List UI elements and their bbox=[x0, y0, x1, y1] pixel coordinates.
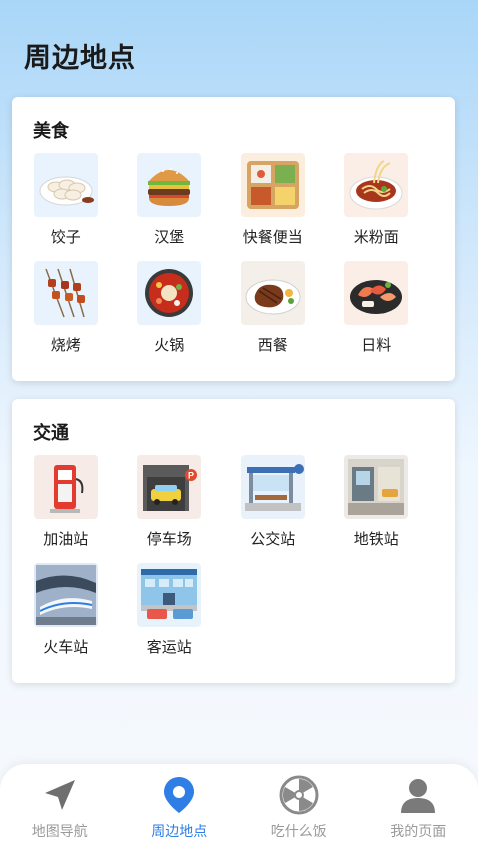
transport-item-subway[interactable]: 地铁站 bbox=[325, 455, 429, 549]
tab-map-navigation[interactable]: 地图导航 bbox=[0, 764, 120, 850]
food-section-title: 美食 bbox=[33, 121, 69, 142]
food-item-label: 饺子 bbox=[50, 228, 81, 246]
transport-item-label: 加油站 bbox=[43, 530, 89, 548]
transport-section-title: 交通 bbox=[33, 423, 69, 444]
gas-station-icon bbox=[33, 455, 98, 519]
food-item-label: 火锅 bbox=[154, 336, 185, 354]
food-item-noodles[interactable]: 米粉面 bbox=[325, 153, 429, 247]
coach-station-icon bbox=[137, 563, 202, 627]
transport-item-label: 火车站 bbox=[43, 638, 89, 656]
food-item-dumplings[interactable]: 饺子 bbox=[14, 153, 118, 247]
bbq-icon bbox=[33, 261, 98, 325]
transport-item-label: 停车场 bbox=[146, 530, 192, 548]
food-card: 美食 饺子 汉堡 快餐便当 米粉面 烧烤 火锅 西餐 日料 bbox=[12, 97, 455, 381]
food-item-label: 米粉面 bbox=[353, 228, 399, 246]
food-item-label: 西餐 bbox=[257, 336, 288, 354]
transport-item-label: 地铁站 bbox=[353, 530, 399, 548]
bus-stop-icon bbox=[240, 455, 305, 519]
food-item-hotpot[interactable]: 火锅 bbox=[118, 261, 222, 355]
hotpot-icon bbox=[137, 261, 202, 325]
food-item-label: 汉堡 bbox=[154, 228, 185, 246]
dumplings-icon bbox=[33, 153, 98, 217]
bottom-tab-bar: 地图导航 周边地点 吃什么饭 我的页面 bbox=[0, 764, 478, 850]
tab-nearby-places[interactable]: 周边地点 bbox=[120, 764, 240, 850]
transport-item-label: 客运站 bbox=[146, 638, 192, 656]
user-icon bbox=[398, 775, 438, 815]
bento-icon bbox=[240, 153, 305, 217]
tab-label: 我的页面 bbox=[390, 824, 447, 840]
transport-item-parking[interactable]: P 停车场 bbox=[118, 455, 222, 549]
food-item-bento[interactable]: 快餐便当 bbox=[221, 153, 325, 247]
transport-item-train-station[interactable]: 火车站 bbox=[14, 563, 118, 657]
burger-icon bbox=[137, 153, 202, 217]
steak-icon bbox=[240, 261, 305, 325]
noodles-icon bbox=[344, 153, 409, 217]
wheel-icon bbox=[279, 775, 319, 815]
tab-what-to-eat[interactable]: 吃什么饭 bbox=[239, 764, 359, 850]
food-item-label: 日料 bbox=[361, 336, 392, 354]
sashimi-icon bbox=[344, 261, 409, 325]
food-item-label: 烧烤 bbox=[50, 336, 81, 354]
food-item-burger[interactable]: 汉堡 bbox=[118, 153, 222, 247]
location-pin-icon bbox=[159, 775, 199, 815]
transport-item-coach-station[interactable]: 客运站 bbox=[118, 563, 222, 657]
tab-label: 周边地点 bbox=[151, 824, 208, 840]
transport-item-gas-station[interactable]: 加油站 bbox=[14, 455, 118, 549]
transport-item-label: 公交站 bbox=[250, 530, 296, 548]
transport-item-bus-stop[interactable]: 公交站 bbox=[221, 455, 325, 549]
food-grid: 饺子 汉堡 快餐便当 米粉面 烧烤 火锅 西餐 日料 bbox=[12, 153, 455, 355]
food-item-steak[interactable]: 西餐 bbox=[221, 261, 325, 355]
subway-icon bbox=[344, 455, 409, 519]
navigation-arrow-icon bbox=[40, 775, 80, 815]
food-item-bbq[interactable]: 烧烤 bbox=[14, 261, 118, 355]
tab-my-page[interactable]: 我的页面 bbox=[359, 764, 478, 850]
svg-text:P: P bbox=[188, 471, 194, 481]
tab-label: 地图导航 bbox=[31, 824, 88, 840]
food-item-label: 快餐便当 bbox=[242, 228, 303, 246]
parking-icon: P bbox=[137, 455, 202, 519]
transport-card: 交通 加油站 P 停车场 公交站 地铁站 火车站 客运站 bbox=[12, 399, 455, 683]
food-item-sashimi[interactable]: 日料 bbox=[325, 261, 429, 355]
tab-label: 吃什么饭 bbox=[270, 824, 327, 840]
train-station-icon bbox=[33, 563, 98, 627]
transport-grid: 加油站 P 停车场 公交站 地铁站 火车站 客运站 bbox=[12, 455, 455, 657]
page-title: 周边地点 bbox=[24, 43, 136, 74]
